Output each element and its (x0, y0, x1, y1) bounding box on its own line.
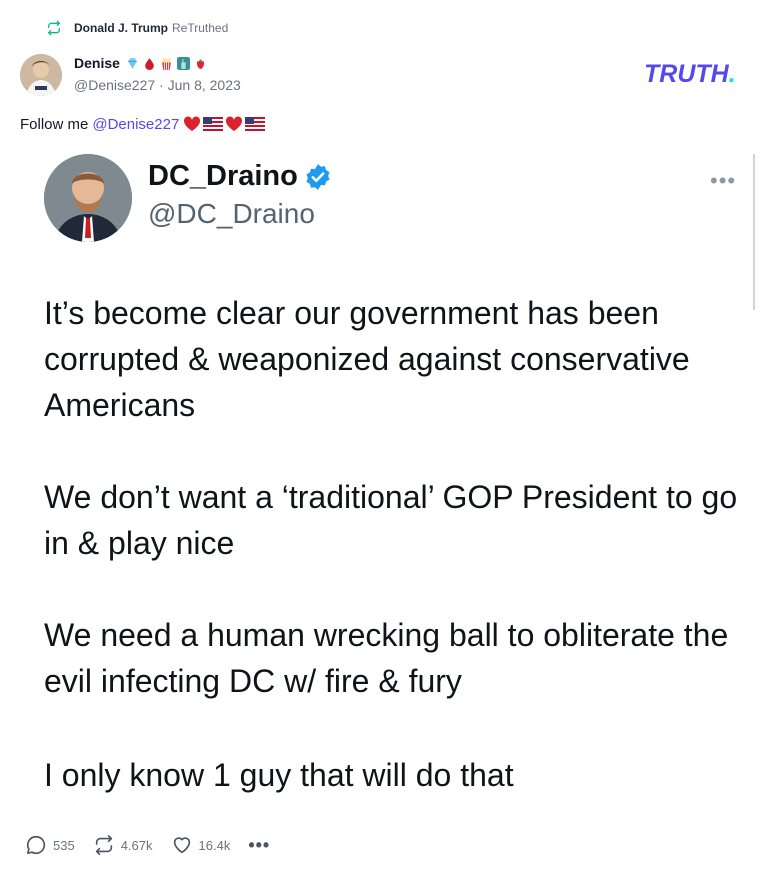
author-name[interactable]: Denise (74, 55, 120, 71)
author-info: Denise @Denise227 · Jun 8, 2023 (74, 53, 241, 93)
tweet-author-name: DC_Draino (148, 160, 332, 193)
tweet-paragraph: I only know 1 guy that will do that (44, 757, 514, 793)
reply-icon (26, 835, 46, 855)
post-date[interactable]: Jun 8, 2023 (168, 77, 241, 93)
strawberry-icon (196, 58, 204, 69)
heart-icon (184, 116, 201, 131)
drop-icon (145, 57, 154, 70)
like-count: 16.4k (198, 837, 231, 853)
retruth-icon (48, 20, 60, 36)
reply-button[interactable]: 535 (25, 834, 75, 856)
us-flag-icon (203, 117, 224, 131)
verified-badge-icon (306, 163, 330, 190)
heart-outline-icon (173, 837, 190, 854)
statue-of-liberty-icon (176, 56, 190, 70)
meta-separator: · (159, 77, 164, 93)
retruth-count: 4.67k (120, 837, 153, 853)
tweet-paragraph: We don’t want a ‘traditional’ GOP Presid… (44, 479, 738, 561)
author-handle[interactable]: @Denise227 (74, 77, 155, 93)
tweet-paragraph: We need a human wrecking ball to obliter… (44, 617, 729, 699)
tweet-paragraph: It’s become clear our government has bee… (44, 295, 690, 423)
mention-link[interactable]: @Denise227 (92, 116, 179, 133)
retruth-author-link[interactable]: Donald J. Trump (74, 21, 168, 35)
tweet-author-handle: @DC_Draino (148, 198, 315, 229)
more-options-icon[interactable]: ••• (248, 835, 270, 856)
post-text: Follow me @Denise227 (20, 114, 266, 134)
post-media-image[interactable]: DC_Draino @DC_Draino ••• It’s become cle… (20, 148, 757, 808)
retruth-label: ReTruthed (172, 21, 229, 35)
retruth-line: Donald J. Trump ReTruthed (46, 18, 228, 38)
truth-social-logo[interactable]: TRUTH. (644, 60, 736, 89)
popcorn-icon (162, 57, 171, 70)
reply-count: 535 (53, 837, 75, 853)
tweet-avatar (44, 154, 132, 242)
retruth-button[interactable]: 4.67k (93, 834, 153, 856)
media-scrollbar[interactable] (753, 154, 755, 310)
heart-icon (226, 116, 243, 131)
tweet-more-icon: ••• (710, 168, 737, 193)
post-actions: 535 4.67k 16.4k ••• (25, 834, 288, 856)
retruth-icon (95, 835, 112, 855)
us-flag-icon (245, 117, 266, 131)
like-button[interactable]: 16.4k (171, 834, 231, 856)
post-text-label: Follow me (20, 115, 89, 133)
author-avatar[interactable] (20, 54, 62, 96)
avatar-image (20, 54, 62, 96)
post-emojis (183, 116, 266, 132)
author-emojis (126, 56, 207, 70)
gem-icon (128, 57, 137, 69)
